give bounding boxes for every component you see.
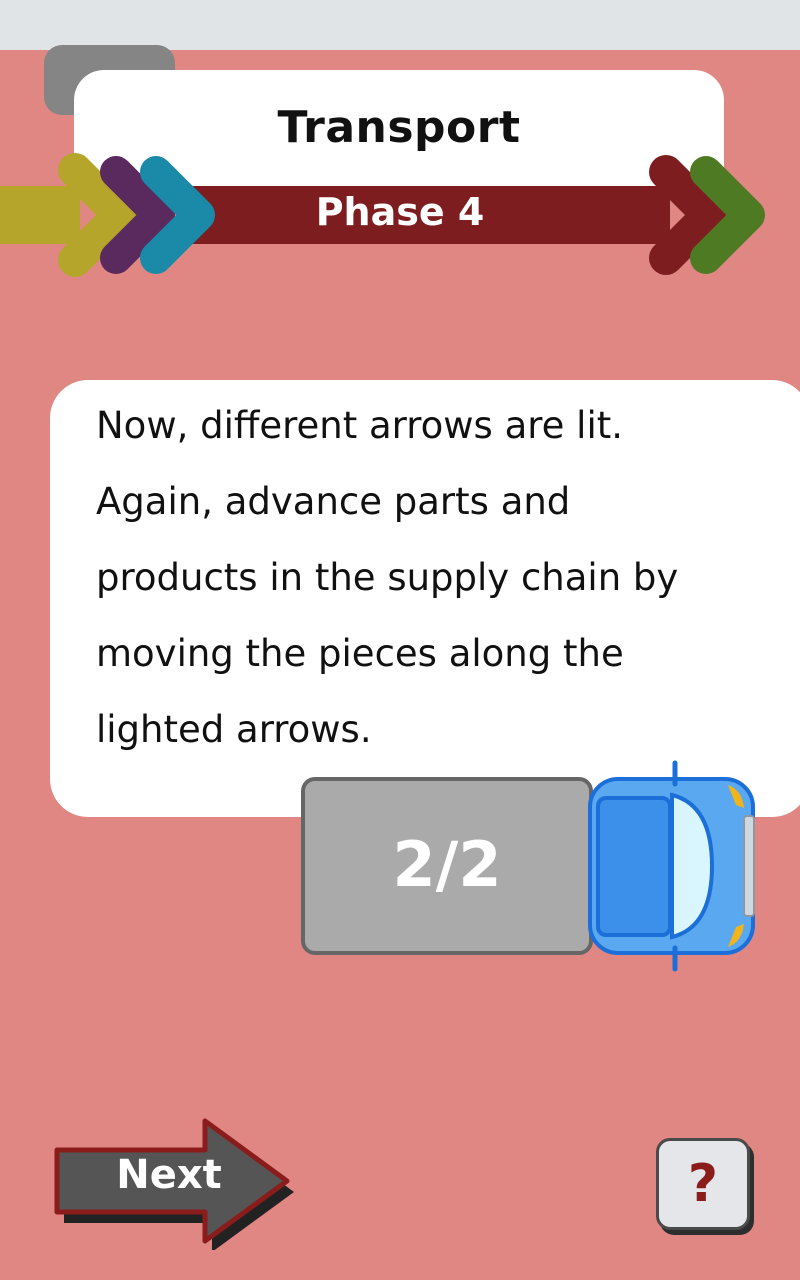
truck-grille <box>743 815 755 917</box>
truck-cab-roof <box>596 796 672 937</box>
instruction-line: Again, advance parts and <box>96 480 571 523</box>
instruction-line: Now, different arrows are lit. <box>96 404 623 447</box>
help-icon: ? <box>687 1154 719 1214</box>
olive-arrow-band <box>0 186 80 244</box>
status-bar <box>0 0 800 50</box>
instruction-line: lighted arrows. <box>96 708 372 751</box>
instruction-line: products in the supply chain by <box>96 556 679 599</box>
instruction-text: Now, different arrows are lit. Again, ad… <box>96 388 736 768</box>
next-button[interactable]: Next <box>60 1152 296 1198</box>
instruction-line: moving the pieces along the <box>96 632 624 675</box>
page-counter: 2/2 <box>392 828 502 901</box>
phase-label: Phase 4 <box>315 190 485 234</box>
help-button[interactable]: ? <box>656 1138 750 1230</box>
page-title: Transport <box>277 102 521 153</box>
